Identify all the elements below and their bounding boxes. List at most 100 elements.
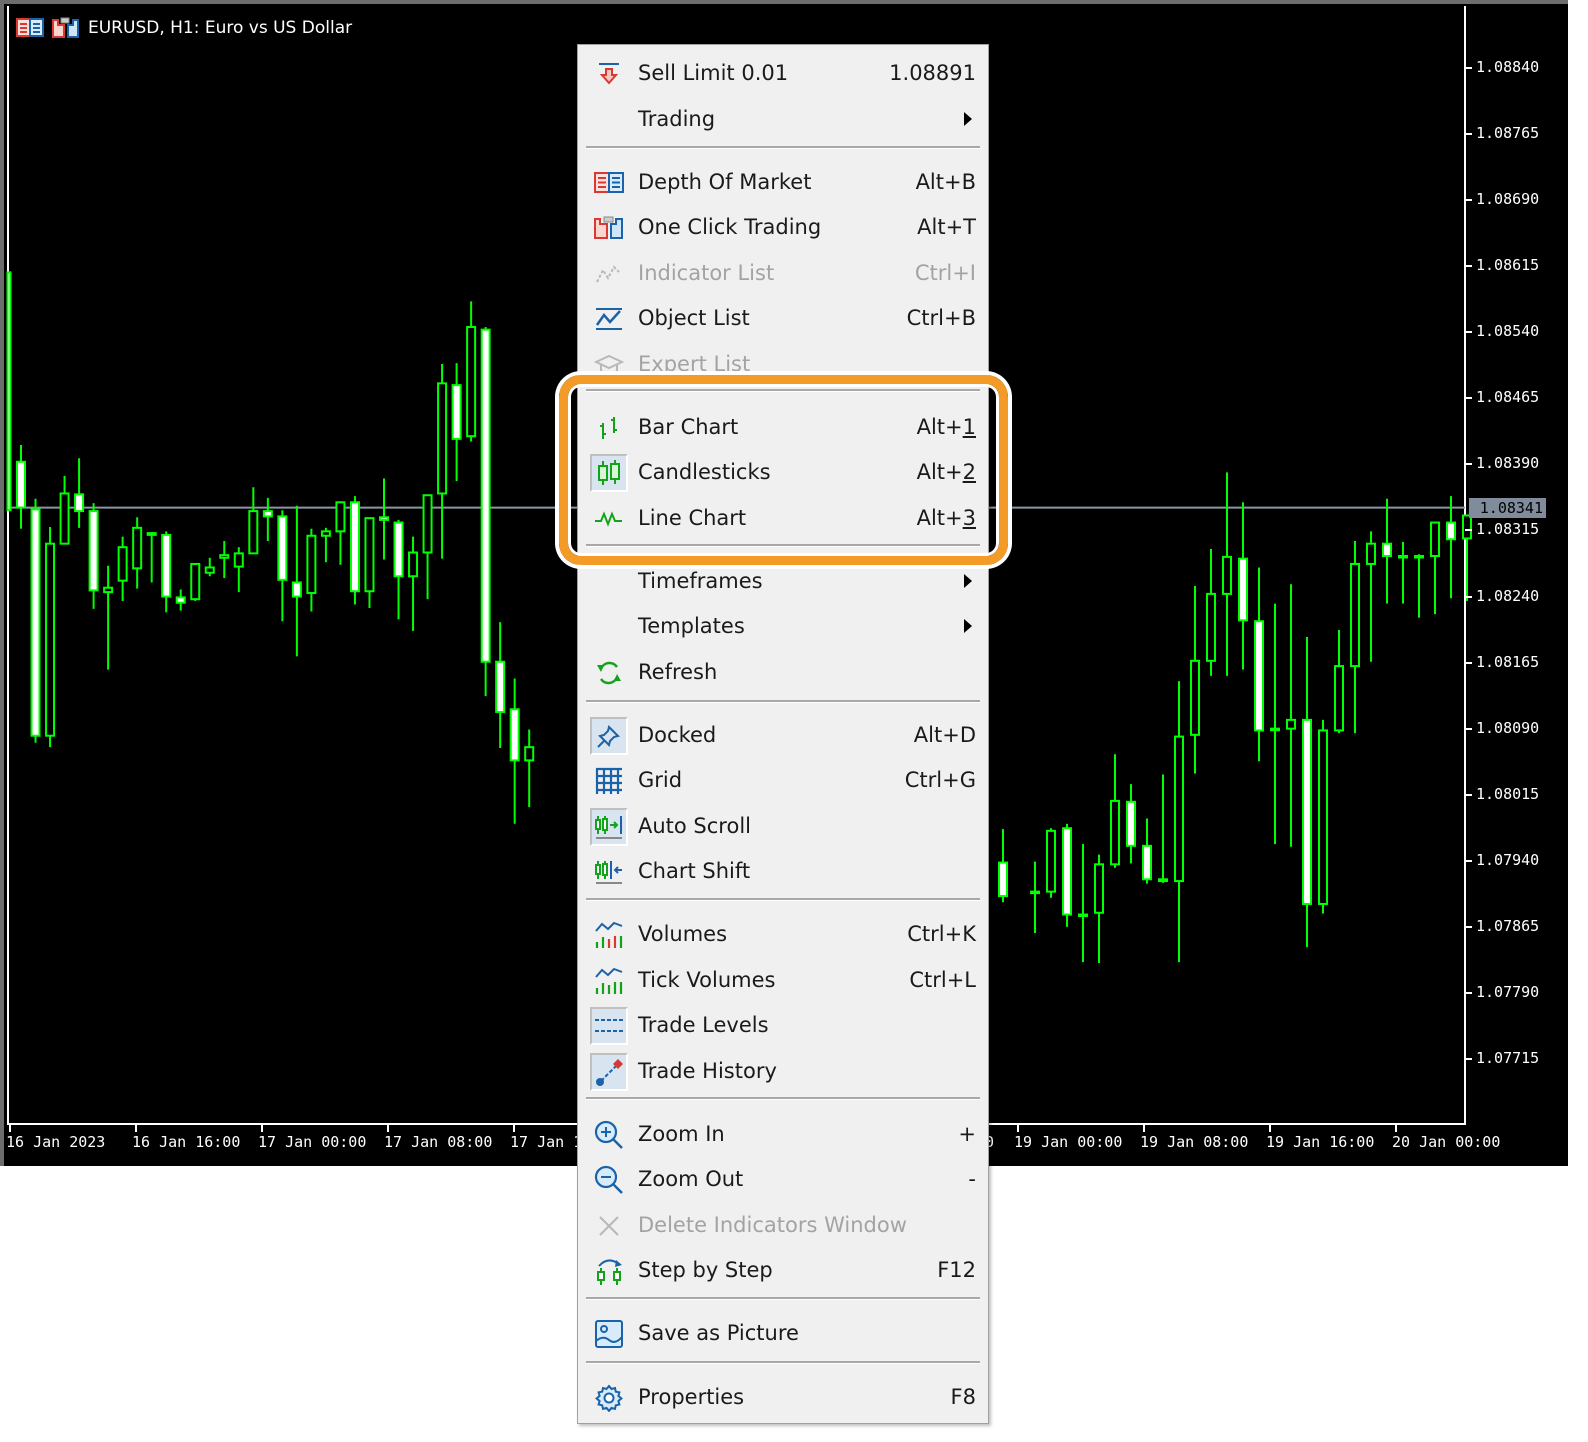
- menu-separator: [586, 1097, 980, 1100]
- auto-scroll-icon: [590, 808, 628, 846]
- expert-list-icon: [590, 346, 628, 384]
- menu-separator: [586, 700, 980, 703]
- candle-body-bullish: [190, 562, 201, 601]
- candle-body-bullish: [1350, 562, 1360, 668]
- menu-item-properties[interactable]: Properties F8: [586, 1375, 980, 1419]
- candle: [1382, 498, 1392, 604]
- candle-body-bullish: [335, 501, 346, 533]
- menu-item-shortcut: Ctrl+L: [909, 968, 976, 992]
- candle: [480, 326, 491, 697]
- candle-body-bearish: [16, 460, 26, 509]
- menu-item-candlesticks[interactable]: Candlesticks Alt+2: [586, 450, 980, 494]
- price-tick-label: 1.08315: [1476, 520, 1540, 539]
- candle: [74, 458, 85, 528]
- candle: [1142, 818, 1152, 884]
- time-tick-label: 19 Jan 00:00: [1014, 1133, 1123, 1151]
- menu-item-save-as-picture[interactable]: Save as Picture: [586, 1311, 980, 1355]
- candle: [117, 536, 128, 601]
- menu-item-sell-limit-0-01[interactable]: Sell Limit 0.01 1.08891: [586, 51, 980, 95]
- candle-body-bearish: [393, 521, 404, 578]
- candle: [59, 475, 70, 545]
- price-tick-label: 1.08690: [1476, 190, 1540, 209]
- candle-body-bullish: [1110, 799, 1120, 866]
- menu-item-label: Auto Scroll: [638, 814, 751, 838]
- menu-item-templates[interactable]: Templates: [586, 604, 980, 648]
- menu-item-shortcut: Ctrl+K: [907, 922, 976, 946]
- shortcut-key: 1: [962, 415, 976, 439]
- price-tick-label: 1.08240: [1476, 586, 1540, 605]
- price-tick: [1465, 67, 1472, 69]
- shortcut-prefix: Alt+: [916, 415, 963, 439]
- price-tick-label: 1.08465: [1476, 388, 1540, 407]
- menu-item-object-list[interactable]: Object List Ctrl+B: [586, 296, 980, 340]
- gear-icon: [590, 1379, 628, 1417]
- candle: [132, 517, 143, 589]
- price-tick: [1465, 265, 1472, 268]
- menu-item-label: Indicator List: [638, 261, 775, 285]
- menu-item-shortcut: Alt+B: [915, 170, 976, 194]
- menu-item-shortcut: -: [968, 1167, 976, 1191]
- price-tick: [1465, 859, 1472, 862]
- menu-item-indicator-list: Indicator List Ctrl+I: [586, 251, 980, 295]
- price-tick: [1465, 397, 1472, 400]
- candle-body-bullish: [1078, 913, 1088, 918]
- menu-item-label: Bar Chart: [638, 415, 739, 439]
- candle: [451, 363, 462, 482]
- menu-item-chart-shift[interactable]: Chart Shift: [586, 849, 980, 893]
- menu-item-line-chart[interactable]: Line Chart Alt+3: [586, 496, 980, 540]
- menu-item-label: Trading: [638, 107, 716, 131]
- menu-separator: [586, 898, 980, 901]
- candle-body-bearish: [1446, 521, 1456, 541]
- menu-item-label: Trade Levels: [638, 1013, 769, 1037]
- menu-item-zoom-in[interactable]: Zoom In +: [586, 1112, 980, 1156]
- menu-item-step-by-step[interactable]: Step by Step F12: [586, 1248, 980, 1292]
- bar-chart-icon: [590, 409, 628, 447]
- price-tick-label: 1.08615: [1476, 256, 1540, 275]
- candle-body-bullish: [103, 586, 114, 594]
- menu-item-bar-chart[interactable]: Bar Chart Alt+1: [586, 405, 980, 449]
- price-tick-label: 1.08765: [1476, 124, 1540, 143]
- line-chart-icon: [590, 500, 628, 538]
- chart-title-bar: EURUSD, H1: Euro vs US Dollar: [16, 14, 352, 42]
- price-tick-label: 1.07790: [1476, 982, 1540, 1001]
- menu-item-timeframes[interactable]: Timeframes: [586, 559, 980, 603]
- candle-body-bullish: [1174, 735, 1184, 883]
- time-tick: [1269, 1124, 1271, 1132]
- candle-body-bullish: [1046, 829, 1056, 893]
- menu-item-grid[interactable]: Grid Ctrl+G: [586, 758, 980, 802]
- candle-body-bearish: [277, 515, 288, 581]
- menu-separator: [586, 389, 980, 392]
- menu-item-one-click-trading[interactable]: One Click Trading Alt+T: [586, 205, 980, 249]
- menu-item-volumes[interactable]: Volumes Ctrl+K: [586, 912, 980, 956]
- menu-item-refresh[interactable]: Refresh: [586, 650, 980, 694]
- candle-body-bearish: [480, 328, 491, 663]
- price-tick: [1465, 199, 1472, 202]
- menu-item-label: Grid: [638, 768, 683, 792]
- candle: [1286, 584, 1296, 847]
- time-tick-label: 17 Jan 08:00: [384, 1133, 493, 1151]
- menu-item-trade-levels[interactable]: Trade Levels: [586, 1003, 980, 1047]
- candle: [1254, 567, 1264, 762]
- time-tick: [261, 1124, 263, 1132]
- menu-item-tick-volumes[interactable]: Tick Volumes Ctrl+L: [586, 958, 980, 1002]
- menu-item-trading[interactable]: Trading: [586, 97, 980, 141]
- candle: [364, 517, 375, 608]
- submenu-arrow-icon: [964, 619, 972, 633]
- menu-item-label: Chart Shift: [638, 859, 751, 883]
- menu-item-label: Timeframes: [638, 569, 763, 593]
- grid-icon: [590, 762, 628, 800]
- candle-body-bullish: [59, 492, 70, 545]
- candle: [1398, 541, 1408, 604]
- menu-item-label: Depth Of Market: [638, 170, 812, 194]
- menu-item-depth-of-market[interactable]: Depth Of Market Alt+B: [586, 160, 980, 204]
- menu-item-docked[interactable]: Docked Alt+D: [586, 713, 980, 757]
- price-tick-label: 1.08390: [1476, 454, 1540, 473]
- candle-body-bullish: [422, 494, 433, 554]
- menu-item-trade-history[interactable]: Trade History: [586, 1049, 980, 1093]
- menu-item-zoom-out[interactable]: Zoom Out -: [586, 1157, 980, 1201]
- menu-item-shortcut: Alt+1: [917, 415, 976, 439]
- candle: [219, 541, 230, 579]
- candle-body-bearish: [1238, 557, 1248, 622]
- menu-item-auto-scroll[interactable]: Auto Scroll: [586, 804, 980, 848]
- candle: [1222, 472, 1232, 676]
